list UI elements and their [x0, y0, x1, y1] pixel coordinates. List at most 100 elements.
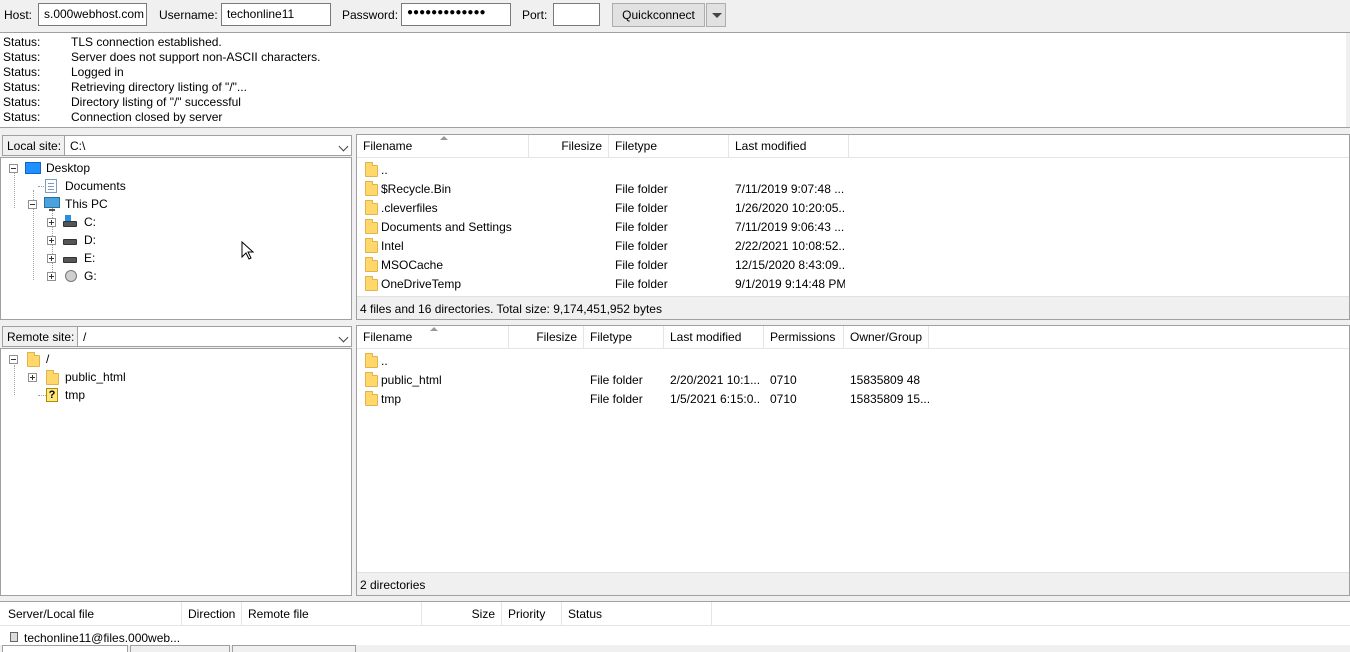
folder-icon	[365, 353, 378, 368]
queue-tabs	[0, 645, 1350, 652]
column-filesize[interactable]: Filesize	[529, 135, 609, 158]
log-scrollbar[interactable]	[1346, 33, 1350, 127]
file-row[interactable]: $Recycle.Bin File folder 7/11/2019 9:07:…	[357, 179, 1349, 198]
tree-item-public-html[interactable]: public_html	[28, 368, 308, 386]
file-row[interactable]: Intel File folder 2/22/2021 10:08:52...	[357, 236, 1349, 255]
local-site-label: Local site:	[2, 135, 67, 156]
file-row[interactable]: OneDriveTemp File folder 9/1/2019 9:14:4…	[357, 274, 1349, 293]
tab-failed-transfers[interactable]	[130, 645, 230, 652]
local-site-path: C:\	[70, 139, 86, 153]
username-input[interactable]: techonline11	[221, 3, 331, 26]
sort-ascending-icon	[430, 327, 438, 331]
local-file-list[interactable]: Filename Filesize Filetype Last modified…	[356, 134, 1350, 320]
column-status[interactable]: Status	[562, 602, 712, 626]
chevron-down-icon	[712, 13, 722, 18]
tree-item-drive-d[interactable]: D:	[47, 231, 307, 249]
quickconnect-button[interactable]: Quickconnect	[612, 3, 705, 27]
host-input[interactable]: s.000webhost.com	[38, 3, 147, 26]
remote-tree[interactable]: / public_html ? tmp	[0, 348, 352, 596]
documents-icon	[45, 179, 57, 193]
username-label: Username:	[159, 8, 218, 22]
file-row[interactable]: .cleverfiles File folder 1/26/2020 10:20…	[357, 198, 1349, 217]
tree-item-drive-g[interactable]: G:	[47, 267, 307, 285]
server-icon	[10, 632, 18, 642]
computer-icon	[44, 197, 60, 211]
expand-icon[interactable]	[47, 254, 56, 263]
expand-icon[interactable]	[47, 218, 56, 227]
chevron-down-icon	[338, 332, 349, 343]
column-size[interactable]: Size	[422, 602, 502, 626]
local-tree[interactable]: Desktop Documents This PC C: D: E: G:	[0, 157, 352, 320]
column-last-modified[interactable]: Last modified	[729, 135, 849, 158]
mouse-cursor-icon	[241, 241, 255, 260]
local-site-bar: Local site: C:\	[0, 134, 352, 158]
folder-icon	[365, 238, 378, 253]
port-label: Port:	[522, 8, 548, 22]
password-label: Password:	[342, 8, 399, 22]
message-log[interactable]: Status: TLS connection established. Statu…	[0, 32, 1350, 128]
collapse-icon[interactable]	[9, 164, 18, 173]
queue-header: Server/Local file Direction Remote file …	[0, 602, 1350, 626]
column-permissions[interactable]: Permissions	[764, 326, 844, 349]
tree-item-this-pc[interactable]: This PC	[28, 195, 308, 213]
optical-drive-icon	[65, 270, 77, 282]
folder-icon	[365, 257, 378, 272]
column-filesize[interactable]: Filesize	[509, 326, 584, 349]
column-server-local-file[interactable]: Server/Local file	[2, 602, 182, 626]
remote-site-bar: Remote site: /	[0, 325, 352, 349]
local-status-bar: 4 files and 16 directories. Total size: …	[357, 296, 1349, 319]
file-row[interactable]: ..	[357, 351, 1349, 370]
quickconnect-bar: Host: s.000webhost.com Username: techonl…	[0, 0, 1350, 31]
expand-icon[interactable]	[47, 272, 56, 281]
tree-item-drive-c[interactable]: C:	[47, 213, 307, 231]
collapse-icon[interactable]	[9, 355, 18, 364]
port-input[interactable]	[553, 3, 600, 26]
remote-site-path-combo[interactable]: /	[77, 326, 352, 347]
column-last-modified[interactable]: Last modified	[664, 326, 764, 349]
expand-icon[interactable]	[47, 236, 56, 245]
tab-successful-transfers[interactable]	[232, 645, 356, 652]
tab-queued-files[interactable]	[2, 645, 128, 652]
folder-icon	[365, 391, 378, 406]
desktop-icon	[25, 162, 41, 174]
tree-item-desktop[interactable]: Desktop	[9, 159, 309, 177]
folder-icon	[365, 276, 378, 291]
file-row[interactable]: public_html File folder 2/20/2021 10:1..…	[357, 370, 1349, 389]
file-row[interactable]: MSOCache File folder 12/15/2020 8:43:09.…	[357, 255, 1349, 274]
expand-icon[interactable]	[28, 373, 37, 382]
tree-item-drive-e[interactable]: E:	[47, 249, 307, 267]
column-filetype[interactable]: Filetype	[609, 135, 729, 158]
tree-item-tmp[interactable]: ? tmp	[28, 386, 308, 404]
tree-item-root[interactable]: /	[9, 350, 309, 368]
folder-icon	[365, 162, 378, 177]
tree-item-documents[interactable]: Documents	[28, 177, 308, 195]
drive-icon	[63, 257, 77, 263]
password-input[interactable]: ●●●●●●●●●●●●●	[401, 3, 511, 26]
host-label: Host:	[4, 8, 33, 22]
sort-ascending-icon	[440, 136, 448, 140]
folder-icon	[365, 200, 378, 215]
file-row[interactable]: tmp File folder 1/5/2021 6:15:0... 0710 …	[357, 389, 1349, 408]
unknown-folder-icon: ?	[46, 388, 58, 402]
local-site-path-combo[interactable]: C:\	[64, 135, 352, 156]
column-remote-file[interactable]: Remote file	[242, 602, 422, 626]
remote-status-bar: 2 directories	[357, 572, 1349, 595]
remote-site-label: Remote site:	[2, 326, 80, 347]
remote-file-list-header: Filename Filesize Filetype Last modified…	[357, 326, 1349, 349]
collapse-icon[interactable]	[28, 200, 37, 209]
system-drive-icon	[63, 215, 77, 227]
local-file-list-header: Filename Filesize Filetype Last modified	[357, 135, 1349, 158]
folder-icon	[365, 372, 378, 387]
folder-icon	[27, 352, 40, 367]
column-owner-group[interactable]: Owner/Group	[844, 326, 929, 349]
column-direction[interactable]: Direction	[182, 602, 242, 626]
file-row[interactable]: Documents and Settings File folder 7/11/…	[357, 217, 1349, 236]
file-row[interactable]: ..	[357, 160, 1349, 179]
folder-icon	[365, 219, 378, 234]
remote-file-list[interactable]: Filename Filesize Filetype Last modified…	[356, 325, 1350, 596]
column-priority[interactable]: Priority	[502, 602, 562, 626]
quickconnect-history-dropdown[interactable]	[706, 3, 726, 27]
remote-site-path: /	[83, 330, 87, 344]
folder-icon	[365, 181, 378, 196]
column-filetype[interactable]: Filetype	[584, 326, 664, 349]
